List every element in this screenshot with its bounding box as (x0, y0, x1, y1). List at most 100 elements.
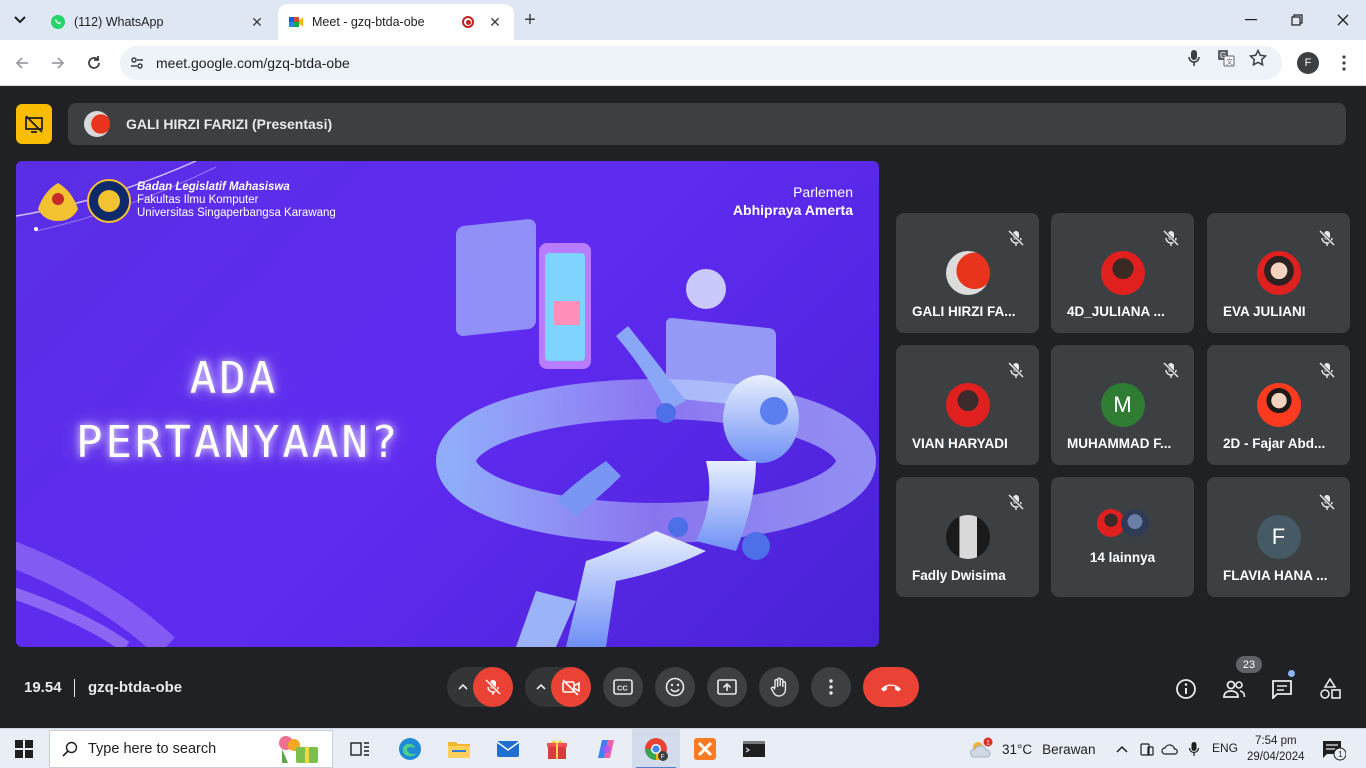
participant-tile[interactable]: GALI HIRZI FA... (896, 213, 1039, 333)
reload-icon (88, 56, 100, 69)
raise-hand-button[interactable] (759, 667, 799, 707)
weather-alert-badge: 1 (986, 740, 990, 747)
tab-title: Meet - gzq-btda-obe (312, 15, 425, 29)
voice-search-button[interactable] (1185, 49, 1203, 67)
taskbar-edge[interactable] (386, 729, 434, 768)
more-participants-tile[interactable]: 14 lainnya (1051, 477, 1194, 597)
participant-tile[interactable]: 4D_JULIANA ... (1051, 213, 1194, 333)
participant-tile[interactable]: 2D - Fajar Abd... (1207, 345, 1350, 465)
tab-whatsapp[interactable]: (112) WhatsApp ✕ (40, 4, 276, 40)
site-info-button[interactable] (120, 46, 154, 80)
camera-toggle-button[interactable] (551, 667, 591, 707)
unread-indicator (1288, 670, 1295, 677)
more-vert-icon (1342, 55, 1346, 71)
tab-close-icon[interactable]: ✕ (486, 13, 504, 31)
present-screen-button[interactable] (707, 667, 747, 707)
participant-tile[interactable]: F FLAVIA HANA ... (1207, 477, 1350, 597)
input-language[interactable]: ENG (1212, 741, 1238, 755)
profile-avatar[interactable]: F (1297, 52, 1319, 74)
mic-off-icon (1162, 361, 1180, 379)
participant-tile[interactable]: M MUHAMMAD F... (1051, 345, 1194, 465)
cabinet-name: Abhipraya Amerta (732, 202, 853, 218)
tray-display[interactable] (1137, 739, 1157, 759)
tab-close-icon[interactable]: ✕ (248, 13, 266, 31)
taskbar-search[interactable]: Type here to search (49, 730, 333, 768)
taskbar-mail[interactable] (484, 729, 532, 768)
search-highlight-icon (279, 736, 318, 763)
mail-icon (496, 741, 520, 757)
leave-call-button[interactable] (863, 667, 919, 707)
tab-meet[interactable]: Meet - gzq-btda-obe ✕ (278, 4, 514, 40)
back-button[interactable] (8, 49, 36, 77)
minimize-button[interactable] (1228, 0, 1274, 40)
browser-menu-button[interactable] (1334, 52, 1354, 74)
mic-off-icon (1007, 493, 1025, 511)
bookmark-button[interactable] (1249, 49, 1267, 67)
chat-button[interactable] (1270, 677, 1294, 701)
more-vert-icon (829, 679, 833, 695)
tray-microphone[interactable] (1184, 739, 1204, 759)
tab-search-button[interactable] (6, 6, 34, 34)
taskbar-terminal[interactable] (730, 729, 778, 768)
microphone-toggle-button[interactable] (473, 667, 513, 707)
task-view-button[interactable] (336, 729, 384, 768)
taskbar-office[interactable] (533, 729, 581, 768)
notification-center-button[interactable]: 1 (1322, 739, 1347, 761)
mic-off-icon (1318, 361, 1336, 379)
participant-tile[interactable]: VIAN HARYADI (896, 345, 1039, 465)
meeting-details-button[interactable] (1174, 677, 1198, 701)
captions-button[interactable]: CC (603, 667, 643, 707)
restore-button[interactable] (1274, 0, 1320, 40)
url-text[interactable]: meet.google.com/gzq-btda-obe (156, 55, 350, 71)
info-icon (1176, 679, 1196, 699)
clock-date: 29/04/2024 (1247, 751, 1305, 763)
translate-button[interactable]: G文 (1217, 49, 1235, 67)
task-view-icon (350, 742, 369, 756)
people-icon (1223, 680, 1246, 698)
participant-name: MUHAMMAD F... (1067, 436, 1172, 451)
cloud-icon (1161, 744, 1178, 755)
reactions-button[interactable] (655, 667, 695, 707)
mic-off-icon (1318, 493, 1336, 511)
xampp-icon (694, 738, 716, 760)
presenter-name: GALI HIRZI FARIZI (Presentasi) (126, 116, 333, 132)
start-button[interactable] (0, 729, 48, 768)
people-button[interactable] (1222, 677, 1246, 701)
close-window-button[interactable] (1320, 0, 1366, 40)
address-bar[interactable]: meet.google.com/gzq-btda-obe (120, 46, 1282, 80)
participant-tile[interactable]: EVA JULIANI (1207, 213, 1350, 333)
taskbar-xampp[interactable] (681, 729, 729, 768)
participant-name: GALI HIRZI FA... (912, 304, 1016, 319)
meeting-time: 19.54 (24, 679, 62, 696)
participant-avatar (945, 515, 990, 559)
participant-tile[interactable]: Fadly Dwisima (896, 477, 1039, 597)
present-to-all-icon (717, 679, 737, 695)
star-icon (1249, 49, 1267, 67)
weather-condition: Berawan (1042, 741, 1096, 757)
new-tab-button[interactable]: + (518, 8, 542, 32)
presenter-bar[interactable]: GALI HIRZI FARIZI (Presentasi) (68, 103, 1346, 145)
tray-onedrive[interactable] (1160, 739, 1180, 759)
more-options-button[interactable] (811, 667, 851, 707)
participant-name: VIAN HARYADI (912, 436, 1008, 451)
taskbar-file-explorer[interactable] (435, 729, 483, 768)
stop-presenting-button[interactable] (16, 104, 52, 144)
hand-icon (770, 677, 787, 697)
taskbar-chrome[interactable]: F (632, 729, 680, 768)
search-icon (62, 741, 78, 757)
notification-icon: 1 (1323, 741, 1347, 761)
system-clock[interactable]: 7:54 pm 29/04/2024 (1247, 733, 1305, 765)
org-line3: Universitas Singaperbangsa Karawang (137, 207, 336, 219)
forward-button[interactable] (44, 49, 72, 77)
weather-widget[interactable]: 1 31°C Berawan (968, 735, 1095, 763)
show-hidden-icons-button[interactable] (1112, 739, 1132, 759)
recording-icon (462, 16, 474, 28)
microphone-icon (1188, 50, 1200, 66)
participant-name: Fadly Dwisima (912, 568, 1006, 583)
reload-button[interactable] (80, 49, 108, 77)
participant-avatar (1100, 251, 1145, 295)
slide-cabinet: Parlemen Abhipraya Amerta (733, 183, 853, 219)
activities-button[interactable] (1318, 677, 1342, 701)
taskbar-copilot[interactable] (582, 729, 630, 768)
slide-organization: Badan Legislatif Mahasiswa Fakultas Ilmu… (137, 181, 336, 220)
